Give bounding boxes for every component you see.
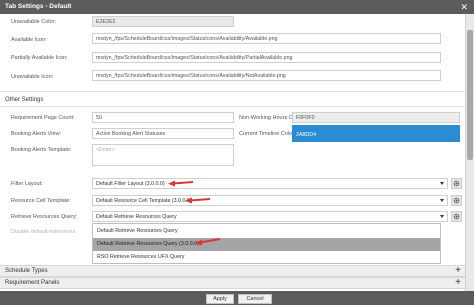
dropdown-option[interactable]: Default Retrieve Resources Query [93, 225, 440, 238]
cancel-button[interactable]: Cancel [238, 294, 272, 304]
dialog-title: Tab Settings - Default [5, 3, 72, 10]
scrollbar-thumb[interactable] [467, 30, 473, 160]
retrieve-resources-query-settings-button[interactable] [451, 211, 462, 222]
filter-layout-value: Default Filter Layout (3.0.0.0) [96, 181, 165, 187]
panel-title: Schedule Types [5, 268, 48, 274]
dialog-footer: Apply Cancel [0, 291, 474, 305]
annotation-arrow [185, 197, 211, 204]
retrieve-resources-query-label: Retrieve Resources Query: [11, 214, 78, 220]
dropdown-option[interactable]: RSO Retrieve Resources UFX Query [93, 251, 440, 264]
unavailable-icon-field[interactable]: msdyn_/fps/ScheduleBoard/css/images/Stat… [92, 70, 441, 81]
disable-extensions-label: Disable default extensions [11, 229, 76, 235]
partially-available-icon-field[interactable]: msdyn_/fps/ScheduleBoard/css/images/Stat… [92, 52, 441, 63]
dialog-titlebar: Tab Settings - Default ✕ [0, 0, 474, 14]
dropdown-option-highlighted[interactable]: Default Retrieve Resources Query (3.0.0.… [93, 238, 440, 251]
resource-cell-template-value: Default Resource Cell Template (3.0.0.0) [96, 198, 192, 204]
chevron-down-icon [440, 215, 444, 218]
unavailable-color-label: Unavailable Color: [11, 19, 56, 25]
panel-title: Requirement Panels [5, 280, 60, 286]
expand-icon[interactable]: + [455, 277, 461, 289]
unavailable-icon-label: Unavailable Icon: [11, 74, 54, 80]
expand-icon[interactable]: + [455, 265, 461, 277]
available-icon-field[interactable]: msdyn_/fps/ScheduleBoard/css/images/Stat… [92, 33, 441, 44]
filter-layout-label: Filter Layout: [11, 181, 43, 187]
schedule-types-panel[interactable]: Schedule Types + [0, 265, 465, 277]
unavailable-color-field[interactable]: E2E2E2 [92, 16, 234, 27]
gear-icon [453, 213, 460, 220]
current-timeline-color-label: Current Timeline Color: [239, 131, 296, 137]
other-settings-title: Other Settings [5, 97, 44, 103]
retrieve-resources-query-select[interactable]: Default Retrieve Resources Query [92, 211, 448, 222]
annotation-arrow [168, 180, 194, 187]
requirement-page-count-label: Requirement Page Count: [11, 115, 75, 121]
booking-alerts-template-field[interactable]: <Enter> [92, 144, 234, 166]
chevron-down-icon [440, 199, 444, 202]
booking-alerts-view-label: Booking Alerts View: [11, 131, 62, 137]
non-working-hours-color-field[interactable]: F0F0F0 [292, 112, 460, 123]
requirement-panels-panel[interactable]: Requirement Panels + [0, 277, 465, 289]
filter-layout-settings-button[interactable] [451, 178, 462, 189]
retrieve-resources-query-value: Default Retrieve Resources Query [96, 214, 177, 220]
close-icon[interactable]: ✕ [460, 1, 468, 13]
chevron-down-icon [440, 182, 444, 185]
resource-cell-template-settings-button[interactable] [451, 195, 462, 206]
current-timeline-color-field[interactable]: 2A8DD4 [292, 125, 460, 142]
requirement-page-count-field[interactable]: 50 [92, 112, 234, 123]
retrieve-resources-query-dropdown[interactable]: Default Retrieve Resources Query Default… [92, 223, 441, 264]
partially-available-icon-label: Partially Available Icon: [11, 55, 68, 61]
gear-icon [453, 197, 460, 204]
booking-alerts-view-field[interactable]: Active Booking Alert Statuses [92, 128, 234, 139]
gear-icon [453, 180, 460, 187]
section-divider-2 [0, 106, 465, 107]
booking-alerts-template-label: Booking Alerts Template: [11, 147, 72, 153]
filter-layout-select[interactable]: Default Filter Layout (3.0.0.0) [92, 178, 448, 189]
apply-button[interactable]: Apply [206, 294, 234, 304]
resource-cell-template-label: Resource Cell Template: [11, 198, 71, 204]
section-divider [0, 91, 465, 92]
annotation-arrow [195, 238, 221, 246]
resource-cell-template-select[interactable]: Default Resource Cell Template (3.0.0.0) [92, 195, 448, 206]
available-icon-label: Available Icon: [11, 37, 47, 43]
